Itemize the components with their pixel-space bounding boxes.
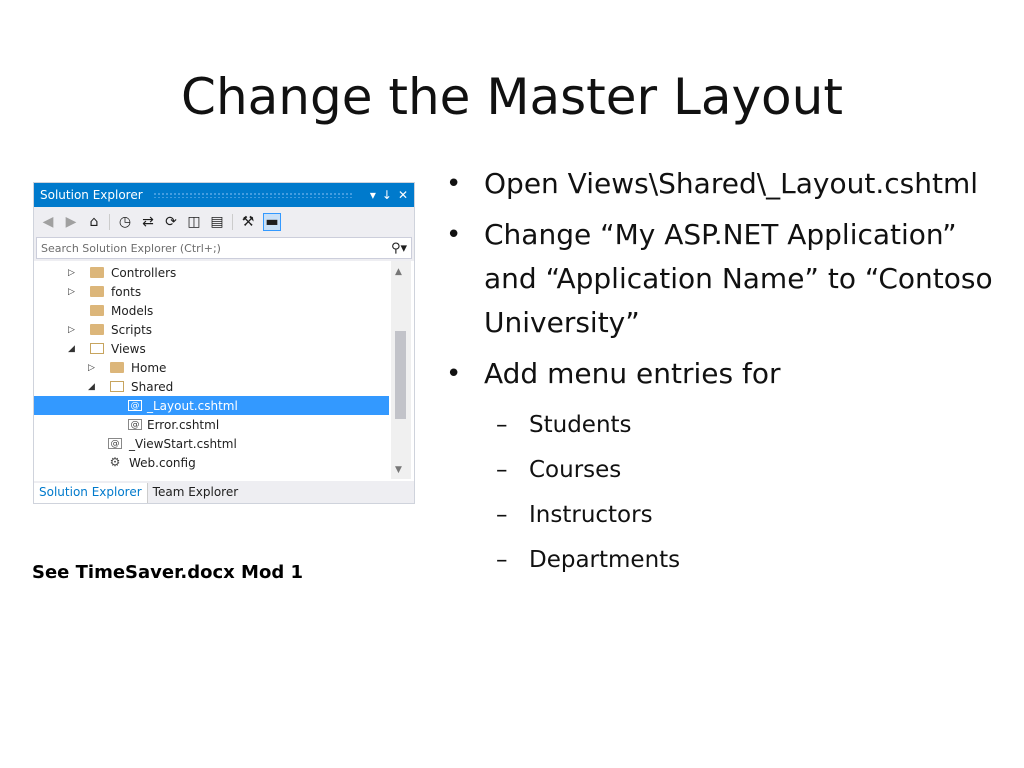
- bullet-item: • Open Views\Shared\_Layout.cshtml: [446, 162, 1006, 206]
- slide-title: Change the Master Layout: [181, 68, 843, 126]
- folder-icon: [90, 286, 104, 297]
- scroll-down-icon[interactable]: ▼: [395, 465, 402, 475]
- sub-bullet-dash: –: [496, 502, 508, 528]
- forward-icon[interactable]: ▶: [63, 214, 79, 230]
- collapse-icon[interactable]: ◢: [68, 344, 75, 354]
- refresh-icon[interactable]: ⟳: [163, 214, 179, 230]
- expand-icon[interactable]: ▷: [88, 363, 95, 373]
- tab-solution-explorer[interactable]: Solution Explorer: [34, 483, 148, 503]
- tree-item-home[interactable]: ▷ Home: [34, 358, 389, 377]
- search-input[interactable]: Search Solution Explorer (Ctrl+;) ⚲▾: [36, 237, 412, 259]
- solution-explorer-title: Solution Explorer: [40, 188, 143, 202]
- search-icon[interactable]: ⚲▾: [391, 241, 407, 256]
- sub-bullet-item: – Courses: [446, 448, 1006, 493]
- config-file-icon: ⚙: [109, 455, 121, 469]
- bullet-dot: •: [446, 359, 462, 389]
- toolbar-divider: [109, 214, 110, 230]
- tree-item-label: Error.cshtml: [147, 417, 220, 432]
- tree-item-label: fonts: [111, 284, 142, 299]
- tree-item-scripts[interactable]: ▷ Scripts: [34, 320, 389, 339]
- folder-open-icon: [110, 381, 124, 392]
- scrollbar-thumb[interactable]: [395, 331, 406, 419]
- bullet-dot: •: [446, 169, 462, 199]
- bullet-dot: •: [446, 220, 462, 250]
- toolbar-divider: [232, 214, 233, 230]
- sub-bullet-text: Courses: [529, 457, 622, 483]
- expand-icon[interactable]: ▷: [68, 287, 75, 297]
- tree-item-label: Views: [111, 341, 146, 356]
- close-icon[interactable]: ✕: [398, 188, 408, 202]
- tree-item-label: Scripts: [111, 322, 153, 337]
- solution-explorer-panel: Solution Explorer ▾ ↓ ✕ ◀ ▶ ⌂ ◷ ⇄ ⟳ ◫ ▤ …: [33, 182, 415, 504]
- tree-scrollbar[interactable]: ▲ ▼: [391, 261, 411, 479]
- bullet-item: • Change “My ASP.NET Application” and “A…: [446, 213, 1006, 345]
- folder-open-icon: [90, 343, 104, 354]
- razor-file-icon: @: [128, 400, 142, 411]
- scroll-up-icon[interactable]: ▲: [395, 267, 402, 277]
- folder-icon: [90, 305, 104, 316]
- tree-item-shared[interactable]: ◢ Shared: [34, 377, 389, 396]
- folder-icon: [110, 362, 124, 373]
- tree-item-controllers[interactable]: ▷ Controllers: [34, 263, 389, 282]
- explorer-tabs: Solution Explorer Team Explorer: [34, 483, 414, 503]
- tab-team-explorer[interactable]: Team Explorer: [148, 483, 244, 503]
- home-icon[interactable]: ⌂: [86, 214, 102, 230]
- sub-bullet-item: – Instructors: [446, 493, 1006, 538]
- tree-item-fonts[interactable]: ▷ fonts: [34, 282, 389, 301]
- title-grip: [152, 192, 354, 198]
- collapse-all-icon[interactable]: ◫: [186, 214, 202, 230]
- tree-item-viewstart-cshtml[interactable]: @ _ViewStart.cshtml: [34, 434, 389, 453]
- razor-file-icon: @: [108, 438, 122, 449]
- pending-changes-icon[interactable]: ◷: [117, 214, 133, 230]
- razor-file-icon: @: [128, 419, 142, 430]
- properties-icon[interactable]: ⚒: [240, 214, 256, 230]
- expand-icon[interactable]: ▷: [68, 325, 75, 335]
- collapse-icon[interactable]: ◢: [88, 382, 95, 392]
- show-all-files-icon[interactable]: ▤: [209, 214, 225, 230]
- tree-item-web-config[interactable]: ⚙ Web.config: [34, 453, 389, 472]
- tree-item-views[interactable]: ◢ Views: [34, 339, 389, 358]
- tree-item-label: _ViewStart.cshtml: [129, 436, 237, 451]
- tree-item-error-cshtml[interactable]: @ Error.cshtml: [34, 415, 389, 434]
- solution-tree: ▷ Controllers ▷ fonts Models ▷ Scripts ◢…: [34, 261, 414, 481]
- expand-icon[interactable]: ▷: [68, 268, 75, 278]
- search-placeholder: Search Solution Explorer (Ctrl+;): [41, 241, 221, 255]
- sub-bullet-item: – Students: [446, 403, 1006, 448]
- timesaver-note: See TimeSaver.docx Mod 1: [32, 562, 304, 583]
- bullet-text: Change “My ASP.NET Application” and “App…: [484, 218, 993, 339]
- bullet-item: • Add menu entries for: [446, 352, 1006, 396]
- preview-icon[interactable]: ▬: [263, 213, 281, 231]
- tree-item-label: Controllers: [111, 265, 177, 280]
- sub-bullet-text: Instructors: [529, 502, 653, 528]
- tree-item-label: Home: [131, 360, 167, 375]
- tree-item-label: Shared: [131, 379, 174, 394]
- window-position-dropdown-icon[interactable]: ▾: [370, 188, 376, 202]
- sub-bullet-dash: –: [496, 457, 508, 483]
- solution-explorer-titlebar: Solution Explorer ▾ ↓ ✕: [34, 183, 414, 207]
- tree-item-label: _Layout.cshtml: [147, 398, 238, 413]
- sub-bullet-dash: –: [496, 412, 508, 438]
- tree-item-label: Web.config: [129, 455, 196, 470]
- tree-item-models[interactable]: Models: [34, 301, 389, 320]
- tree-item-label: Models: [111, 303, 154, 318]
- sub-bullet-text: Students: [529, 412, 632, 438]
- pin-icon[interactable]: ↓: [382, 188, 392, 202]
- solution-explorer-toolbar: ◀ ▶ ⌂ ◷ ⇄ ⟳ ◫ ▤ ⚒ ▬: [34, 207, 414, 237]
- folder-icon: [90, 324, 104, 335]
- bullet-text: Add menu entries for: [484, 357, 781, 390]
- sync-icon[interactable]: ⇄: [140, 214, 156, 230]
- bullet-list: • Open Views\Shared\_Layout.cshtml • Cha…: [446, 162, 1006, 583]
- sub-bullet-text: Departments: [529, 547, 681, 573]
- back-icon[interactable]: ◀: [40, 214, 56, 230]
- sub-bullet-item: – Departments: [446, 538, 1006, 583]
- folder-icon: [90, 267, 104, 278]
- tree-item-layout-cshtml[interactable]: @ _Layout.cshtml: [34, 396, 389, 415]
- bullet-text: Open Views\Shared\_Layout.cshtml: [484, 167, 979, 200]
- sub-bullet-dash: –: [496, 547, 508, 573]
